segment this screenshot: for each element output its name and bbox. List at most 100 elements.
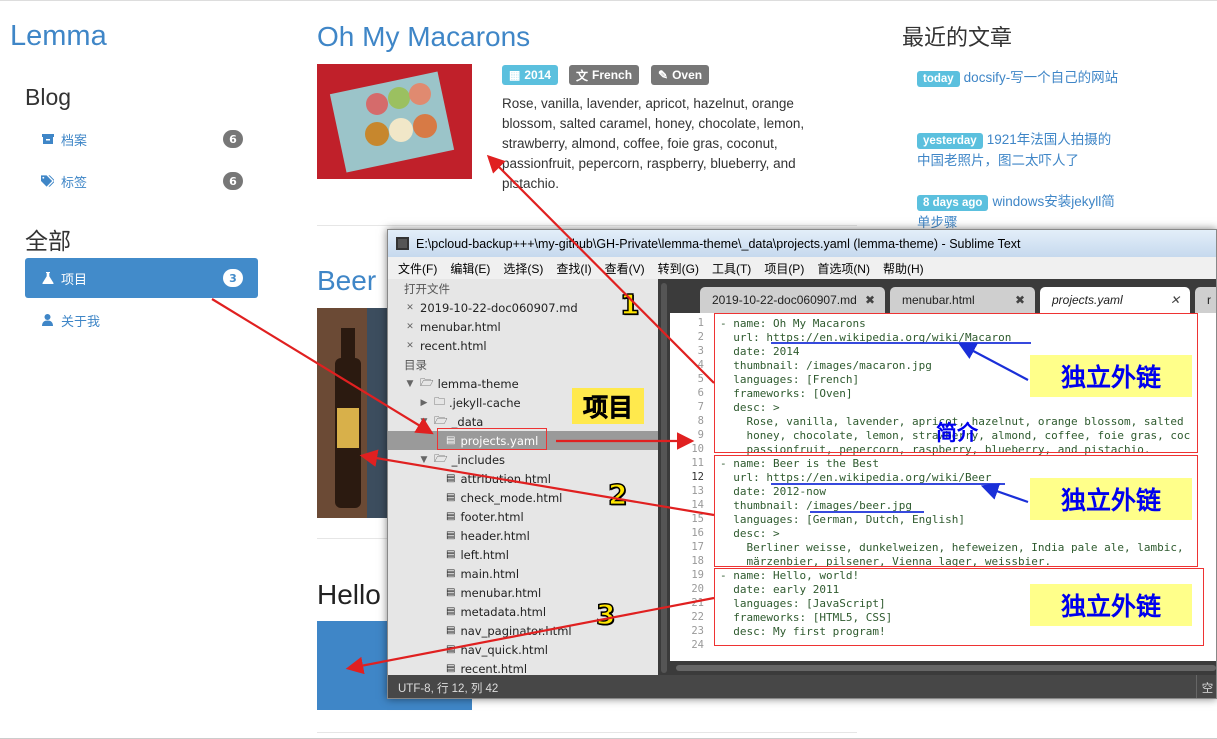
tree-folder[interactable]: ▶ 🗀 .jekyll-cache: [418, 393, 521, 412]
file-icon: ▤: [446, 625, 456, 636]
sidebar-item-label: 项目: [61, 272, 88, 288]
menu-selection[interactable]: 选择(S): [503, 260, 543, 277]
tree-file[interactable]: ▤ header.html: [446, 526, 530, 545]
sublime-app-icon: [396, 237, 409, 250]
line-number: 1: [697, 317, 704, 329]
line-number: 10: [691, 443, 704, 455]
close-icon[interactable]: ✖: [865, 293, 875, 307]
menu-goto[interactable]: 转到(G): [658, 260, 699, 277]
close-icon[interactable]: ✕: [404, 322, 416, 332]
close-icon[interactable]: ✕: [1170, 293, 1180, 307]
open-file-item[interactable]: ✕ menubar.html: [404, 317, 501, 336]
recent-item[interactable]: 8 days ago windows安装jekyll简单步骤: [917, 192, 1122, 233]
site-brand[interactable]: Lemma: [10, 20, 107, 53]
close-icon[interactable]: ✕: [404, 303, 416, 313]
menu-tools[interactable]: 工具(T): [712, 260, 751, 277]
tab-bar: 2019-10-22-doc060907.md ✖ menubar.html ✖ p…: [670, 279, 1216, 313]
caret-down-icon: ▼: [420, 454, 428, 465]
tree-file[interactable]: ▤ nav_quick.html: [446, 640, 548, 659]
line-number: 2: [697, 331, 704, 343]
tree-file[interactable]: ▤ nav_paginator.html: [446, 621, 572, 640]
window-title: E:\pcloud-backup+++\my-github\GH-Private…: [416, 236, 1021, 251]
line-number: 24: [691, 639, 704, 651]
annotation-number: 2: [607, 477, 628, 512]
line-number: 16: [691, 527, 704, 539]
line-number: 11: [691, 457, 704, 469]
tree-file[interactable]: ▤ footer.html: [446, 507, 524, 526]
file-icon: ▤: [446, 473, 456, 484]
menu-edit[interactable]: 编辑(E): [450, 260, 490, 277]
tab-recent[interactable]: r: [1195, 287, 1216, 313]
recent-heading: 最近的文章: [902, 25, 1013, 50]
status-right[interactable]: 空: [1196, 675, 1216, 698]
file-icon: ▤: [446, 663, 456, 674]
recent-item[interactable]: today docsify-写一个自己的网站: [917, 68, 1122, 89]
caret-right-icon: ▶: [420, 397, 428, 408]
annotation-number: 3: [595, 597, 616, 632]
tab-doc[interactable]: 2019-10-22-doc060907.md ✖: [700, 287, 885, 313]
tree-file[interactable]: ▤ menubar.html: [446, 583, 541, 602]
sidebar-item-archive[interactable]: 档案 6: [25, 119, 258, 159]
horizontal-scrollbar[interactable]: [670, 661, 1216, 675]
tree-file[interactable]: ▤ main.html: [446, 564, 519, 583]
sidebar-item-label: 关于我: [61, 314, 101, 330]
sidebar-item-label: 档案: [61, 133, 88, 149]
tags-icon: [41, 175, 54, 188]
count-badge: 6: [223, 130, 243, 148]
menu-help[interactable]: 帮助(H): [883, 260, 924, 277]
line-number: 21: [691, 597, 704, 609]
line-number: 23: [691, 625, 704, 637]
menu-project[interactable]: 项目(P): [764, 260, 804, 277]
menu-file[interactable]: 文件(F): [398, 260, 437, 277]
sidebar-item-projects[interactable]: 项目 3: [25, 258, 258, 298]
tree-folder[interactable]: ▼ 🗁 lemma-theme: [404, 374, 519, 393]
recent-item[interactable]: yesterday 1921年法国人拍摄的中国老照片，图二太吓人了: [917, 130, 1122, 171]
file-icon: ▤: [446, 587, 456, 598]
tree-file[interactable]: ▤ check_mode.html: [446, 488, 562, 507]
sidebar-scrollbar[interactable]: [658, 279, 670, 675]
calendar-icon: ▦: [509, 68, 521, 82]
tree-folder[interactable]: ▼ 🗁 _includes: [418, 450, 506, 469]
line-number: 3: [697, 345, 704, 357]
post-thumbnail-macaron[interactable]: [317, 64, 472, 179]
window-titlebar[interactable]: E:\pcloud-backup+++\my-github\GH-Private…: [388, 230, 1216, 257]
count-badge: 3: [223, 269, 243, 287]
sidebar-item-tags[interactable]: 标签 6: [25, 161, 258, 201]
close-icon[interactable]: ✕: [404, 341, 416, 351]
user-icon: [41, 314, 54, 327]
open-file-item[interactable]: ✕ 2019-10-22-doc060907.md: [404, 298, 577, 317]
close-icon[interactable]: ✖: [1015, 293, 1025, 307]
post-thumbnail-beer[interactable]: [317, 308, 389, 518]
sidebar-item-label: 标签: [61, 175, 88, 191]
divider: [317, 732, 857, 733]
language-icon: 文: [576, 68, 589, 83]
open-file-item[interactable]: ✕ recent.html: [404, 336, 486, 355]
tab-projects-yaml[interactable]: projects.yaml ✕: [1040, 287, 1190, 313]
line-number: 7: [697, 401, 704, 413]
menu-view[interactable]: 查看(V): [605, 260, 645, 277]
tree-file[interactable]: ▤ left.html: [446, 545, 509, 564]
tree-file[interactable]: ▤ attribution.html: [446, 469, 551, 488]
file-icon: ▤: [446, 511, 456, 522]
top-border: [0, 0, 1217, 1]
post-title[interactable]: Oh My Macarons: [317, 21, 530, 53]
recent-item-title[interactable]: docsify-写一个自己的网站: [964, 70, 1119, 85]
menu-find[interactable]: 查找(I): [556, 260, 591, 277]
archive-icon: [41, 133, 54, 146]
menu-bar: 文件(F) 编辑(E) 选择(S) 查找(I) 查看(V) 转到(G) 工具(T…: [388, 257, 1216, 279]
menu-preferences[interactable]: 首选项(N): [817, 260, 870, 277]
file-icon: ▤: [446, 568, 456, 579]
folder-open-icon: 🗁: [420, 376, 434, 389]
tree-file[interactable]: ▤ metadata.html: [446, 602, 546, 621]
post-title[interactable]: Beer: [317, 265, 376, 297]
post-title[interactable]: Hello: [317, 579, 381, 611]
time-badge: yesterday: [917, 133, 983, 149]
line-number: 18: [691, 555, 704, 567]
annotation-number: 1: [619, 287, 640, 322]
date-badge: ▦ 2014: [502, 65, 559, 85]
line-number: 15: [691, 513, 704, 525]
line-number: 12: [691, 471, 704, 483]
folders-label: 目录: [404, 357, 427, 372]
tab-menubar[interactable]: menubar.html ✖: [890, 287, 1035, 313]
sidebar-item-about[interactable]: 关于我: [25, 300, 258, 340]
